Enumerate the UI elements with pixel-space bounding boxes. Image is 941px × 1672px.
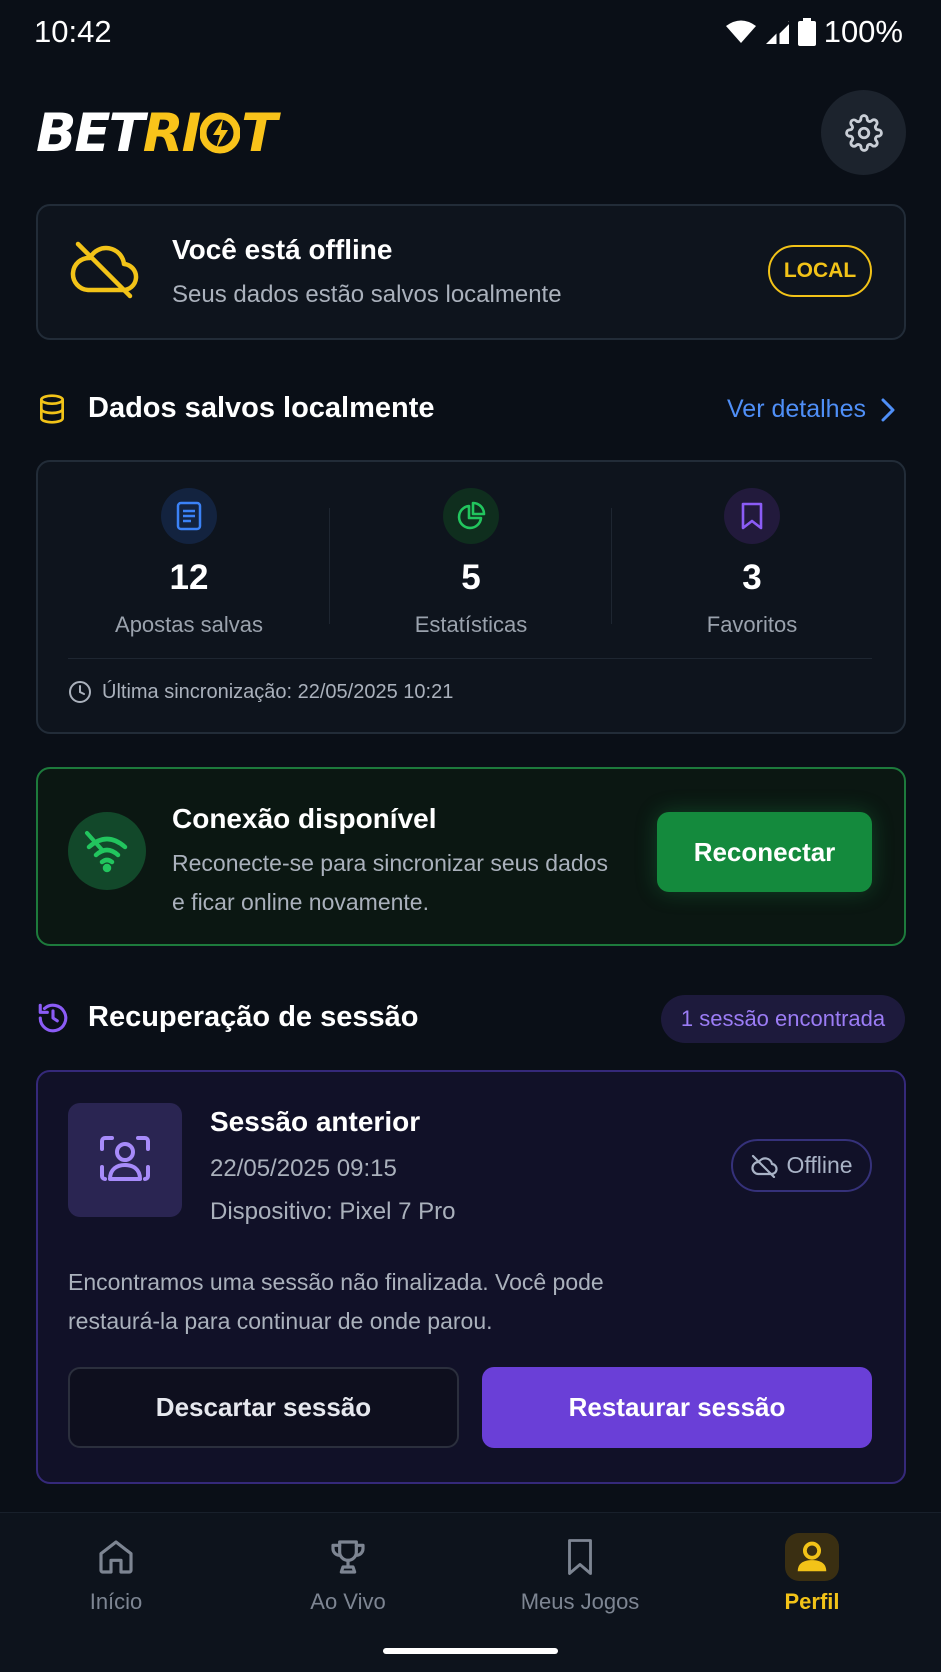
- connection-title: Conexão disponível: [172, 803, 437, 834]
- cell-signal-icon: [765, 20, 790, 44]
- last-sync-text: Última sincronização: 22/05/2025 10:21: [102, 680, 454, 703]
- user-session-icon: [68, 1103, 182, 1217]
- local-data-title: Dados salvos localmente: [88, 392, 435, 424]
- offline-title: Você está offline: [172, 234, 393, 265]
- stat-value: 3: [742, 558, 762, 597]
- document-icon: [161, 488, 217, 544]
- nav-label: Ao Vivo: [310, 1589, 386, 1614]
- status-indicators: 100%: [725, 14, 903, 50]
- session-description: Encontramos uma sessão não finalizada. V…: [68, 1269, 604, 1334]
- session-status-label: Offline: [786, 1152, 853, 1178]
- session-recovery-title: Recuperação de sessão: [88, 1001, 419, 1033]
- home-indicator[interactable]: [383, 1648, 558, 1654]
- clock-icon: [69, 681, 91, 703]
- nav-item-live[interactable]: Ao Vivo: [258, 1533, 438, 1615]
- bookmark-icon: [724, 488, 780, 544]
- stat-label: Estatísticas: [414, 612, 528, 637]
- connection-description: Reconecte-se para sincronizar seus dados…: [172, 850, 608, 915]
- cloud-off-icon: [751, 1154, 779, 1178]
- home-icon: [89, 1533, 143, 1581]
- stat-value: 12: [169, 558, 209, 597]
- session-device: Dispositivo: Pixel 7 Pro: [210, 1198, 456, 1225]
- view-details-label: Ver detalhes: [727, 395, 866, 423]
- nav-item-profile[interactable]: Perfil: [722, 1533, 902, 1615]
- wifi-signal-icon: [725, 20, 756, 43]
- lightning-logo-icon: [199, 112, 241, 154]
- battery-percent: 100%: [823, 14, 903, 49]
- gear-icon: [844, 113, 883, 152]
- wifi-icon: [68, 812, 146, 890]
- stat-label: Apostas salvas: [115, 612, 263, 637]
- nav-item-my-games[interactable]: Meus Jogos: [490, 1533, 670, 1615]
- stat-statistics[interactable]: 5 Estatísticas: [346, 488, 596, 638]
- user-icon: [785, 1533, 839, 1581]
- stat-favorites[interactable]: 3 Favoritos: [627, 488, 877, 638]
- stats-divider: [68, 658, 872, 659]
- session-status-badge: Offline: [731, 1139, 872, 1192]
- bookmark-icon: [553, 1533, 607, 1581]
- stat-label: Favoritos: [706, 612, 798, 637]
- history-icon: [36, 1001, 70, 1040]
- stat-divider: [329, 508, 330, 624]
- settings-button[interactable]: [821, 90, 906, 175]
- cloud-off-icon: [68, 236, 140, 307]
- nav-label: Meus Jogos: [520, 1589, 640, 1614]
- reconnect-button[interactable]: Reconectar: [657, 812, 872, 892]
- discard-session-button[interactable]: Descartar sessão: [68, 1367, 459, 1448]
- session-name: Sessão anterior: [210, 1106, 421, 1137]
- last-sync: Última sincronização: 22/05/2025 10:21: [68, 680, 453, 704]
- chevron-right-icon: [881, 398, 895, 421]
- nav-label: Início: [89, 1589, 143, 1614]
- session-count-badge: 1 sessão encontrada: [661, 995, 905, 1043]
- stat-divider: [611, 508, 612, 624]
- stat-saved-bets[interactable]: 12 Apostas salvas: [64, 488, 314, 638]
- view-details-link[interactable]: Ver detalhes: [727, 395, 896, 424]
- betriot-logo: BETRI T: [36, 103, 277, 164]
- nav-label: Perfil: [784, 1589, 840, 1614]
- restore-session-button[interactable]: Restaurar sessão: [482, 1367, 872, 1448]
- database-icon: [36, 393, 68, 430]
- status-time: 10:42: [34, 14, 112, 49]
- local-badge: LOCAL: [768, 245, 872, 297]
- stat-value: 5: [461, 558, 481, 597]
- offline-subtitle: Seus dados estão salvos localmente: [172, 281, 562, 308]
- session-date: 22/05/2025 09:15: [210, 1155, 397, 1182]
- pie-chart-icon: [443, 488, 499, 544]
- trophy-icon: [321, 1533, 375, 1581]
- nav-item-home[interactable]: Início: [26, 1533, 206, 1615]
- battery-icon: [797, 18, 816, 46]
